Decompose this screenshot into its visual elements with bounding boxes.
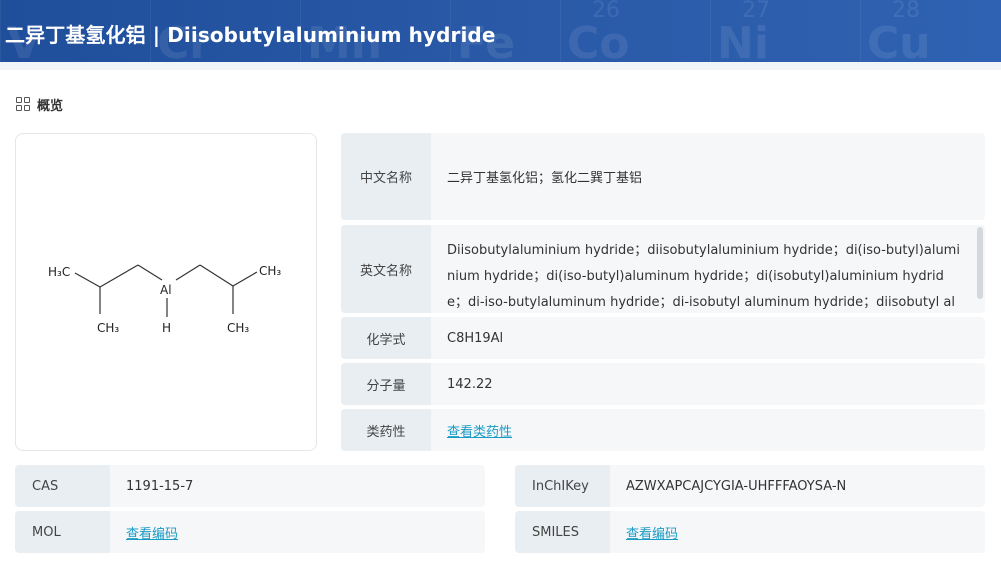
info-row-druglikeness: 类药性 查看类药性 xyxy=(341,409,985,451)
info-row-formula: 化学式 C8H19Al xyxy=(341,317,985,359)
info-key: 类药性 xyxy=(341,409,431,451)
mol-key: MOL xyxy=(15,511,110,553)
cas-value: 1191-15-7 xyxy=(126,478,194,494)
view-druglikeness-link[interactable]: 查看类药性 xyxy=(447,421,512,440)
grid-icon xyxy=(16,96,31,112)
overview-section-title: 概览 xyxy=(16,95,64,114)
view-mol-code-link[interactable]: 查看编码 xyxy=(126,523,178,542)
al-label: Al xyxy=(160,283,172,297)
info-value: C8H19Al xyxy=(447,330,504,346)
inchikey-row: InChIKey AZWXAPCAJCYGIA-UHFFFAOYSA-N xyxy=(515,465,985,507)
ch3-left-bottom-label: CH₃ xyxy=(97,321,119,335)
periodic-cell-bg: 26 Co xyxy=(560,0,630,62)
molecule-structure-diagram: H₃C CH₃ Al H CH₃ CH₃ xyxy=(48,264,281,335)
smiles-value: 查看编码 xyxy=(610,511,985,553)
mol-row: MOL 查看编码 xyxy=(15,511,485,553)
periodic-cell-bg: 27 Ni xyxy=(710,0,776,62)
info-key: 英文名称 xyxy=(341,225,431,313)
page-header: V Cr Mn Fe 26 Co 27 Ni 28 Cu 二异丁基氢化铝 | Diis… xyxy=(0,0,1001,62)
info-value: Diisobutylaluminium hydride；diisobutylal… xyxy=(447,243,960,310)
scrollbar[interactable] xyxy=(977,227,983,299)
cas-key: CAS xyxy=(15,465,110,507)
header-divider xyxy=(0,62,1001,70)
info-key: 化学式 xyxy=(341,317,431,359)
cas-row: CAS 1191-15-7 xyxy=(15,465,485,507)
info-row-molecular-weight: 分子量 142.22 xyxy=(341,363,985,405)
smiles-key: SMILES xyxy=(515,511,610,553)
smiles-row: SMILES 查看编码 xyxy=(515,511,985,553)
overview-label: 概览 xyxy=(37,98,64,114)
h3c-label: H₃C xyxy=(48,265,70,279)
view-smiles-code-link[interactable]: 查看编码 xyxy=(626,523,678,542)
info-key: 分子量 xyxy=(341,363,431,405)
ch3-right-label: CH₃ xyxy=(259,264,281,278)
inchikey-key: InChIKey xyxy=(515,465,610,507)
mol-value: 查看编码 xyxy=(110,511,485,553)
periodic-cell-bg: 28 Cu xyxy=(860,0,931,62)
info-value: 查看类药性 xyxy=(431,409,985,451)
info-value: 二异丁基氢化铝；氢化二巽丁基铝 xyxy=(447,171,643,186)
info-key: 中文名称 xyxy=(341,133,431,220)
info-value: 142.22 xyxy=(447,376,493,392)
info-row-english-name: 英文名称 Diisobutylaluminium hydride；diisobu… xyxy=(341,225,985,313)
structure-image: H₃C CH₃ Al H CH₃ CH₃ xyxy=(15,133,317,451)
page-title: 二异丁基氢化铝 | Diisobutylaluminium hydride xyxy=(5,23,496,47)
h-label: H xyxy=(162,321,171,335)
inchikey-value: AZWXAPCAJCYGIA-UHFFFAOYSA-N xyxy=(626,478,847,494)
ch3-right-bottom-label: CH₃ xyxy=(227,321,249,335)
info-row-chinese-name: 中文名称 二异丁基氢化铝；氢化二巽丁基铝 xyxy=(341,133,985,220)
